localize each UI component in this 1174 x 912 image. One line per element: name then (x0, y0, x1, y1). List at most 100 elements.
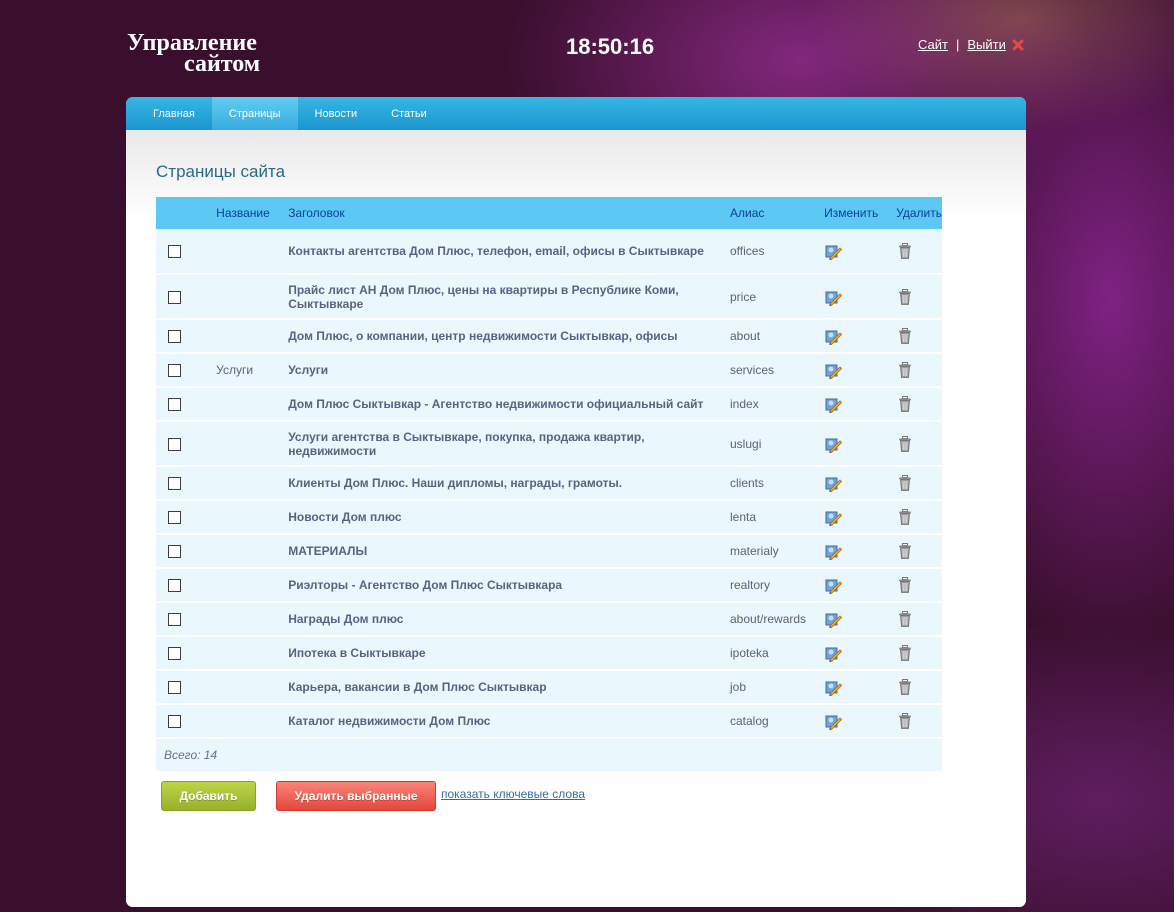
header-edit: Изменить (824, 197, 897, 229)
show-keywords-link[interactable]: показать ключевые слова (441, 787, 585, 801)
row-edit-cell (824, 704, 897, 739)
content-area: Страницы сайта Название Заголовок Алиас … (126, 130, 1026, 907)
row-name (216, 500, 289, 535)
close-x-icon[interactable] (1011, 38, 1025, 52)
pages-table: Название Заголовок Алиас Изменить Удалит… (156, 197, 942, 771)
delete-selected-button[interactable]: Удалить выбранные (276, 781, 436, 811)
row-checkbox[interactable] (168, 437, 181, 451)
row-checkbox[interactable] (168, 330, 181, 344)
logout-link[interactable]: Выйти (967, 37, 1006, 52)
row-checkbox[interactable] (168, 613, 181, 627)
logo-line2: сайтом (184, 51, 261, 77)
tab-1[interactable]: Страницы (211, 97, 298, 130)
table-row: Ипотека в Сыктывкаре ipoteka (156, 636, 942, 671)
row-name (216, 602, 289, 637)
tab-0[interactable]: Главная (136, 97, 212, 130)
table-row: Дом Плюс Сыктывкар - Агентство недвижимо… (156, 387, 942, 422)
row-edit-cell (824, 670, 897, 705)
row-checkbox[interactable] (168, 647, 181, 661)
edit-pencil-icon[interactable] (824, 576, 843, 595)
row-alias: services (730, 353, 825, 388)
trash-icon[interactable] (896, 576, 914, 594)
table-row: Услуги агентства в Сыктывкаре, покупка, … (156, 421, 942, 467)
row-title: МАТЕРИАЛЫ (288, 534, 730, 569)
trash-icon[interactable] (896, 288, 914, 306)
trash-icon[interactable] (896, 242, 914, 260)
row-select-cell (156, 229, 217, 275)
row-title: Услуги агентства в Сыктывкаре, покупка, … (288, 421, 730, 467)
add-button[interactable]: Добавить (161, 781, 256, 811)
trash-icon[interactable] (896, 327, 914, 345)
edit-pencil-icon[interactable] (824, 644, 843, 663)
trash-icon[interactable] (896, 542, 914, 560)
row-title: Прайс лист АН Дом Плюс, цены на квартиры… (288, 274, 730, 320)
trash-icon[interactable] (896, 508, 914, 526)
row-alias: ipoteka (730, 636, 825, 671)
trash-icon[interactable] (896, 361, 914, 379)
row-delete-cell (896, 319, 942, 354)
edit-pencil-icon[interactable] (824, 474, 843, 493)
row-checkbox[interactable] (168, 364, 181, 378)
trash-icon[interactable] (896, 712, 914, 730)
row-name (216, 229, 289, 275)
row-name (216, 636, 289, 671)
row-delete-cell (896, 602, 942, 637)
trash-icon[interactable] (896, 395, 914, 413)
row-edit-cell (824, 319, 897, 354)
row-edit-cell (824, 387, 897, 422)
row-title: Ипотека в Сыктывкаре (288, 636, 730, 671)
trash-icon[interactable] (896, 435, 914, 453)
row-alias: job (730, 670, 825, 705)
row-checkbox[interactable] (168, 681, 181, 695)
row-checkbox[interactable] (168, 715, 181, 729)
edit-pencil-icon[interactable] (824, 242, 843, 261)
row-checkbox[interactable] (168, 398, 181, 412)
row-name (216, 319, 289, 354)
row-title: Контакты агентства Дом Плюс, телефон, em… (288, 229, 730, 275)
trash-icon[interactable] (896, 474, 914, 492)
tab-3[interactable]: Статьи (374, 97, 444, 130)
row-select-cell (156, 568, 217, 603)
row-checkbox[interactable] (168, 545, 181, 559)
row-checkbox[interactable] (168, 477, 181, 491)
edit-pencil-icon[interactable] (824, 435, 843, 453)
edit-pencil-icon[interactable] (824, 542, 843, 561)
edit-pencil-icon[interactable] (824, 327, 843, 346)
row-alias: price (730, 274, 825, 320)
row-edit-cell (824, 274, 897, 320)
row-alias: materialy (730, 534, 825, 569)
actions-bar: Добавить Удалить выбранные показать ключ… (156, 781, 996, 811)
edit-pencil-icon[interactable] (824, 361, 843, 380)
row-checkbox[interactable] (168, 579, 181, 593)
trash-icon[interactable] (896, 610, 914, 628)
row-edit-cell (824, 353, 897, 388)
edit-pencil-icon[interactable] (824, 508, 843, 527)
row-checkbox[interactable] (168, 290, 181, 304)
edit-pencil-icon[interactable] (824, 395, 843, 414)
edit-pencil-icon[interactable] (824, 678, 843, 697)
row-delete-cell (896, 568, 942, 603)
edit-pencil-icon[interactable] (824, 610, 843, 629)
row-edit-cell (824, 636, 897, 671)
logo: Управление сайтом (127, 31, 261, 77)
header-title: Заголовок (288, 197, 730, 229)
edit-pencil-icon[interactable] (824, 288, 843, 306)
edit-pencil-icon[interactable] (824, 712, 843, 731)
clock: 18:50:16 (566, 34, 655, 59)
row-select-cell (156, 602, 217, 637)
row-name (216, 466, 289, 501)
row-checkbox[interactable] (168, 511, 181, 525)
row-edit-cell (824, 466, 897, 501)
site-link[interactable]: Сайт (918, 37, 948, 52)
row-edit-cell (824, 500, 897, 535)
tab-2[interactable]: Новости (298, 97, 375, 130)
row-name (216, 534, 289, 569)
row-name (216, 704, 289, 739)
table-row: Контакты агентства Дом Плюс, телефон, em… (156, 229, 942, 275)
row-checkbox[interactable] (168, 245, 181, 259)
trash-icon[interactable] (896, 678, 914, 696)
row-title: Дом Плюс, о компании, центр недвижимости… (288, 319, 730, 354)
row-name: Услуги (216, 353, 289, 388)
row-select-cell (156, 466, 217, 501)
trash-icon[interactable] (896, 644, 914, 662)
